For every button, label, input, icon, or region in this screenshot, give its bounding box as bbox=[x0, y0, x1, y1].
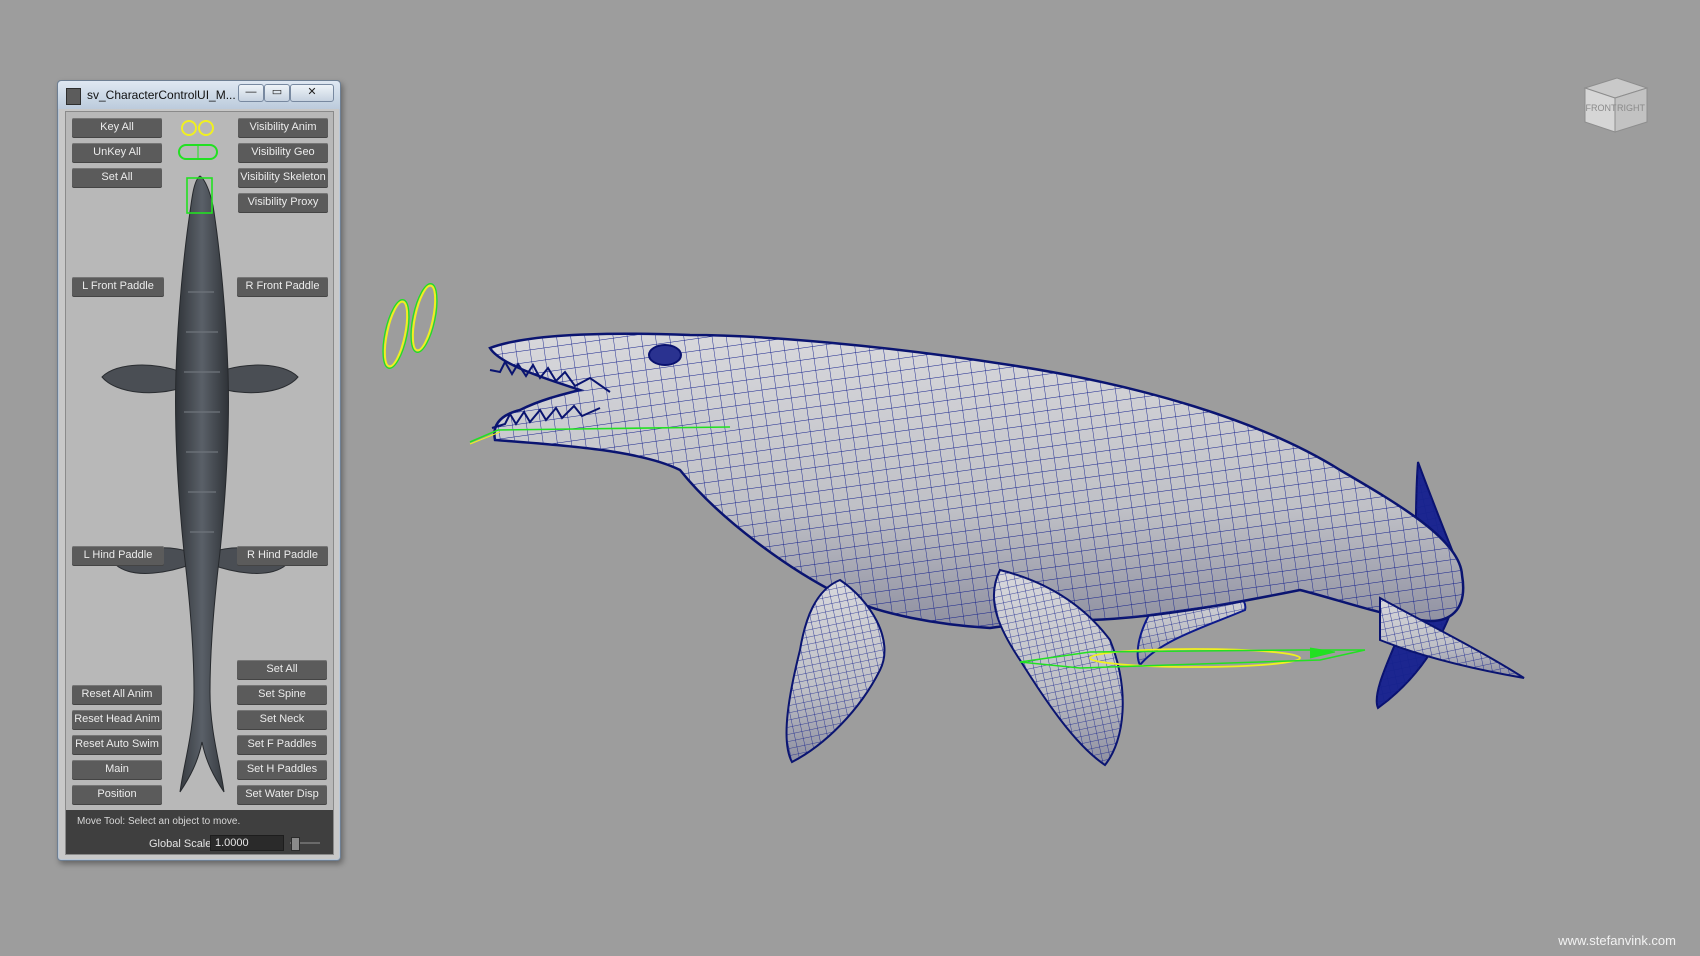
jaw-control-capsule[interactable] bbox=[177, 143, 221, 161]
r-hind-paddle-button[interactable]: R Hind Paddle bbox=[237, 546, 328, 565]
visibility-geo-button[interactable]: Visibility Geo bbox=[238, 143, 328, 162]
visibility-anim-button[interactable]: Visibility Anim bbox=[238, 118, 328, 137]
set-neck-button[interactable]: Set Neck bbox=[237, 710, 327, 729]
set-water-disp-button[interactable]: Set Water Disp bbox=[237, 785, 327, 804]
set-spine-button[interactable]: Set Spine bbox=[237, 685, 327, 704]
head-control-box[interactable] bbox=[185, 176, 215, 216]
character-control-window: sv_CharacterControlUI_M... — ▭ ✕ Key All… bbox=[57, 80, 341, 861]
close-button[interactable]: ✕ bbox=[290, 84, 334, 102]
minimize-button[interactable]: — bbox=[238, 84, 264, 102]
reset-head-anim-button[interactable]: Reset Head Anim bbox=[72, 710, 162, 729]
view-cube[interactable]: FRONT RIGHT bbox=[1583, 76, 1649, 134]
view-cube-front-label[interactable]: FRONT bbox=[1585, 88, 1617, 128]
maximize-button[interactable]: ▭ bbox=[264, 84, 290, 102]
reset-auto-swim-button[interactable]: Reset Auto Swim bbox=[72, 735, 162, 754]
creature-top-view-image bbox=[101, 175, 299, 793]
global-scale-label: Global Scale bbox=[149, 838, 212, 850]
watermark-text: www.stefanvink.com bbox=[1558, 933, 1676, 948]
global-scale-field[interactable] bbox=[210, 835, 284, 851]
set-h-paddles-button[interactable]: Set H Paddles bbox=[237, 760, 327, 779]
position-button[interactable]: Position bbox=[72, 785, 162, 804]
main-button[interactable]: Main bbox=[72, 760, 162, 779]
help-line: Move Tool: Select an object to move. bbox=[77, 816, 241, 827]
status-bar: Move Tool: Select an object to move. Glo… bbox=[66, 810, 333, 854]
unkey-all-button[interactable]: UnKey All bbox=[72, 143, 162, 162]
key-all-button[interactable]: Key All bbox=[72, 118, 162, 137]
eye-control-rings[interactable] bbox=[378, 281, 442, 370]
picker-panel: Key All UnKey All Set All Visibility Ani… bbox=[66, 112, 333, 810]
l-front-paddle-button[interactable]: L Front Paddle bbox=[72, 277, 164, 296]
r-front-paddle-button[interactable]: R Front Paddle bbox=[237, 277, 328, 296]
set-all-top-button[interactable]: Set All bbox=[72, 168, 162, 187]
visibility-skeleton-button[interactable]: Visibility Skeleton bbox=[238, 168, 328, 187]
set-f-paddles-button[interactable]: Set F Paddles bbox=[237, 735, 327, 754]
maya-app-icon bbox=[66, 88, 81, 105]
window-client: Key All UnKey All Set All Visibility Ani… bbox=[65, 111, 334, 855]
set-all-bottom-button[interactable]: Set All bbox=[237, 660, 327, 679]
view-cube-right-label[interactable]: RIGHT bbox=[1615, 88, 1647, 128]
reset-all-anim-button[interactable]: Reset All Anim bbox=[72, 685, 162, 704]
eye-control-circles[interactable] bbox=[179, 118, 219, 138]
visibility-proxy-button[interactable]: Visibility Proxy bbox=[238, 193, 328, 212]
l-hind-paddle-button[interactable]: L Hind Paddle bbox=[72, 546, 164, 565]
window-titlebar[interactable]: sv_CharacterControlUI_M... — ▭ ✕ bbox=[58, 81, 340, 109]
global-scale-slider-handle[interactable] bbox=[291, 837, 300, 851]
